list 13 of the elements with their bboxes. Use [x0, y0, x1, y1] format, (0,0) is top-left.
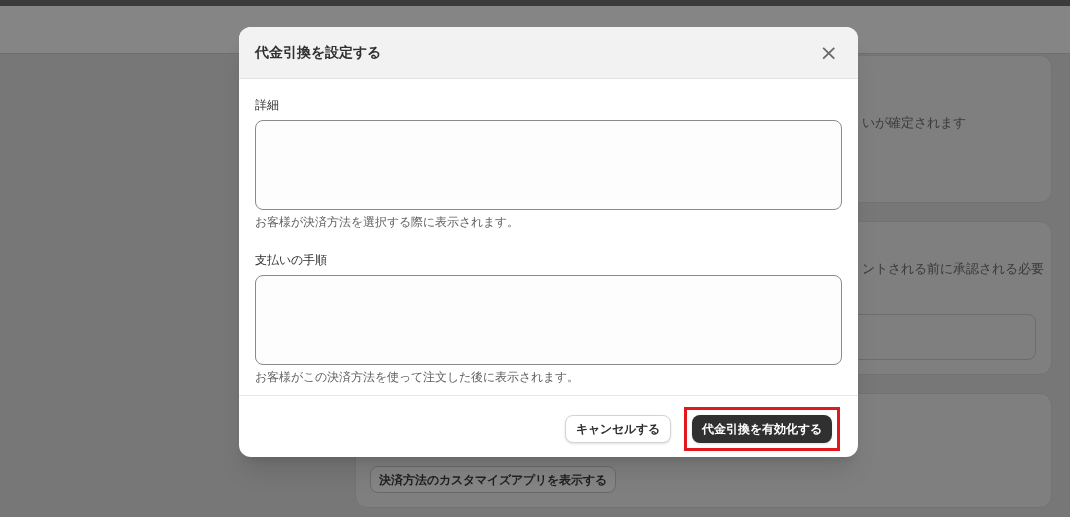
field-label: 支払いの手順	[255, 252, 328, 269]
cancel-button[interactable]: キャンセルする	[565, 415, 671, 443]
close-button[interactable]: ×	[815, 41, 842, 64]
help-text: お客様が決済方法を選択する際に表示されます。	[255, 214, 520, 231]
field-label: 詳細	[255, 97, 280, 114]
text-area[interactable]	[255, 120, 842, 210]
card-text: いが確定されます	[862, 114, 966, 132]
help-text: お客様がこの決済方法を使って注文した後に表示されます。	[255, 369, 580, 386]
enable-button[interactable]: 代金引換を有効化する	[692, 415, 832, 443]
dialog-title: 代金引換を設定する	[255, 43, 381, 62]
card-text: ントされる前に承認される必要	[862, 260, 1044, 278]
customize-apps-button[interactable]: 決済方法のカスタマイズアプリを表示する	[370, 466, 616, 493]
text-area[interactable]	[255, 275, 842, 365]
